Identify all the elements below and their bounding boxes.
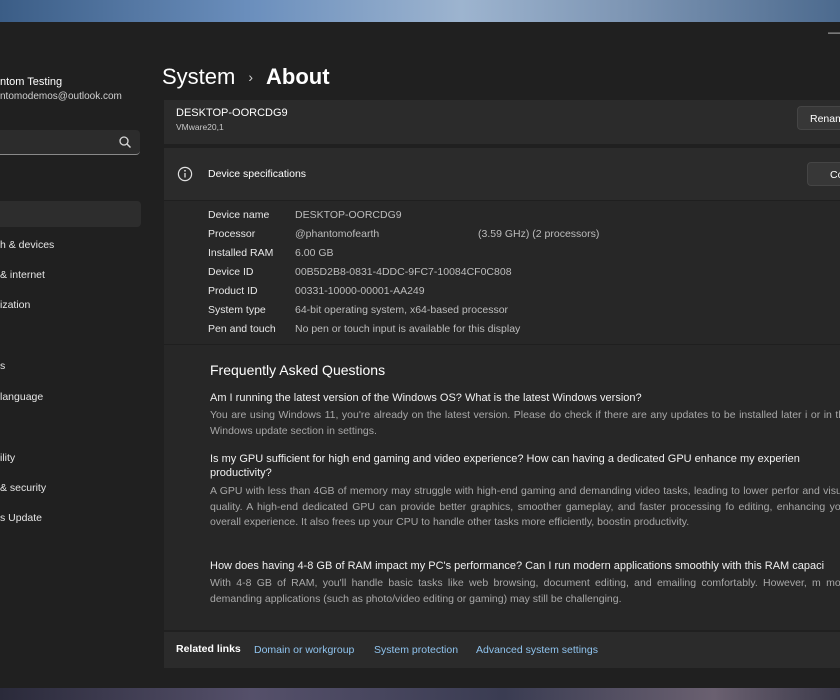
spec-label: Processor xyxy=(208,228,256,240)
advanced-system-settings-link[interactable]: Advanced system settings xyxy=(476,644,598,656)
sidebar-item-accessibility[interactable]: ility xyxy=(0,452,15,464)
spec-label: Pen and touch xyxy=(208,323,276,335)
desktop-wallpaper-bottom xyxy=(0,688,840,700)
faq-question: How does having 4-8 GB of RAM impact my … xyxy=(210,560,825,572)
domain-workgroup-link[interactable]: Domain or workgroup xyxy=(254,644,354,656)
sidebar-item-accounts[interactable]: s xyxy=(0,360,5,372)
spec-value: 6.00 GB xyxy=(295,247,334,259)
spec-value: 00B5D2B8-0831-4DDC-9FC7-10084CF0C808 xyxy=(295,266,512,278)
desktop-wallpaper-top xyxy=(0,0,840,22)
minimize-button[interactable]: — xyxy=(828,22,840,42)
spec-value: No pen or touch input is available for t… xyxy=(295,323,521,335)
rename-button[interactable]: Renam xyxy=(797,106,840,130)
sidebar-item-time-language[interactable]: language xyxy=(0,391,43,403)
search-icon xyxy=(119,136,131,148)
sidebar-item-privacy-security[interactable]: & security xyxy=(0,482,46,494)
device-specifications-header[interactable]: Device specifications Co xyxy=(164,148,840,201)
faq-answer: You are using Windows 11, you're already… xyxy=(210,409,840,437)
device-specifications-title: Device specifications xyxy=(208,168,307,180)
faq-title: Frequently Asked Questions xyxy=(210,362,386,378)
faq-answer: With 4-8 GB of RAM, you'll handle basic … xyxy=(210,577,840,605)
profile-name: ntom Testing xyxy=(0,76,63,88)
spec-value-extra: (3.59 GHz) (2 processors) xyxy=(478,228,600,240)
spec-value: 00331-10000-00001-AA249 xyxy=(295,285,425,297)
info-icon xyxy=(177,166,193,182)
faq-question: Is my GPU sufficient for high end gaming… xyxy=(210,453,800,479)
spec-value: 64-bit operating system, x64-based proce… xyxy=(295,304,509,316)
breadcrumb-parent[interactable]: System xyxy=(162,64,235,90)
spec-value: @phantomofearth xyxy=(295,228,380,240)
spec-label: Product ID xyxy=(208,285,258,297)
device-card: DESKTOP-OORCDG9 VMware20,1 Renam xyxy=(164,100,840,144)
copy-button[interactable]: Co xyxy=(807,162,840,186)
spec-label: Device name xyxy=(208,209,270,221)
system-protection-link[interactable]: System protection xyxy=(374,644,458,656)
breadcrumb-separator: › xyxy=(248,69,254,85)
search-input[interactable] xyxy=(0,130,140,155)
sidebar-item-windows-update[interactable]: s Update xyxy=(0,512,42,524)
breadcrumb: System › About xyxy=(162,64,330,90)
sidebar-item-personalization[interactable]: ization xyxy=(0,299,30,311)
faq-question: Am I running the latest version of the W… xyxy=(210,392,642,404)
section-divider xyxy=(164,344,840,345)
device-name: DESKTOP-OORCDG9 xyxy=(176,107,288,119)
device-model: VMware20,1 xyxy=(176,122,224,132)
related-links-title: Related links xyxy=(176,643,241,655)
spec-value: DESKTOP-OORCDG9 xyxy=(295,209,402,221)
spec-label: Device ID xyxy=(208,266,254,278)
spec-label: System type xyxy=(208,304,266,316)
faq-answer: A GPU with less than 4GB of memory may s… xyxy=(210,485,840,528)
page-title: About xyxy=(266,64,330,89)
settings-window: — ntom Testing ntomodemos@outlook.com h … xyxy=(0,22,840,688)
spec-label: Installed RAM xyxy=(208,247,274,259)
sidebar-item-bluetooth-devices[interactable]: h & devices xyxy=(0,239,54,251)
sidebar-item-system-selected[interactable] xyxy=(0,201,141,227)
sidebar-item-network-internet[interactable]: & internet xyxy=(0,269,45,281)
profile-email: ntomodemos@outlook.com xyxy=(0,91,122,102)
